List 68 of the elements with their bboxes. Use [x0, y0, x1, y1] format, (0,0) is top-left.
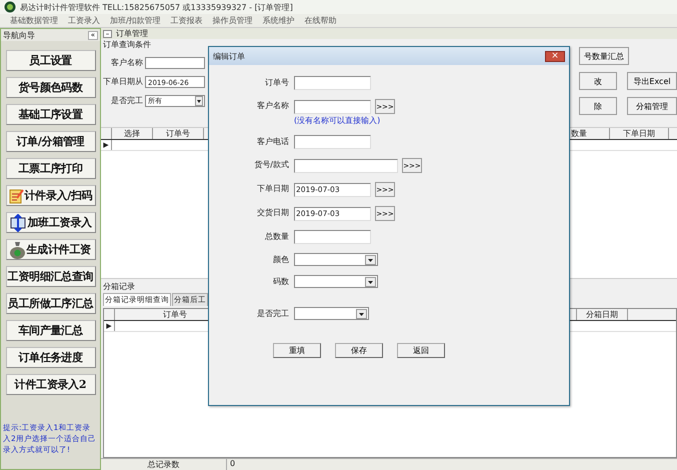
- field-label: 客户名称: [110, 57, 143, 68]
- toolbar-button[interactable]: 导出Excel: [627, 72, 677, 90]
- field-label: 下单日期: [256, 183, 289, 195]
- input-field[interactable]: [294, 100, 371, 114]
- input-field[interactable]: [145, 56, 205, 68]
- nav-button[interactable]: 工资明细汇总查询: [6, 266, 96, 287]
- nav-button[interactable]: 计件工资录入2: [6, 374, 96, 395]
- nav-button[interactable]: 货号颜色码数: [6, 77, 96, 98]
- hint-text: (没有名称可以直接输入): [294, 115, 382, 126]
- field-label: 客户名称: [256, 100, 289, 112]
- total-count-label: 总记录数: [101, 459, 227, 470]
- column-header[interactable]: 订单号: [153, 128, 204, 139]
- nav-button[interactable]: 订单任务进度: [6, 347, 96, 368]
- arrows-icon: [8, 214, 26, 232]
- menu-item[interactable]: 系统维护: [262, 15, 295, 26]
- field-label: 是否完工: [110, 95, 143, 106]
- sidebar-title: 导航向导: [3, 30, 35, 40]
- close-button[interactable]: ×: [545, 50, 565, 62]
- menu-item[interactable]: 在线帮助: [304, 15, 337, 26]
- child-window-title: 订单管理: [116, 28, 148, 39]
- nav-button[interactable]: 车间产量汇总: [6, 320, 96, 341]
- nav-button[interactable]: 工票工序打印: [6, 158, 96, 179]
- input-field[interactable]: [294, 230, 371, 244]
- dialog-button[interactable]: 返回: [397, 343, 445, 358]
- column-header[interactable]: 选择: [112, 128, 153, 139]
- column-header[interactable]: 下单日期: [610, 128, 669, 139]
- nav-button[interactable]: 加班工资录入: [6, 212, 96, 233]
- money-bag-icon: [8, 240, 26, 258]
- dialog-button[interactable]: 保存: [335, 343, 383, 358]
- field-label: 下单日期从: [103, 76, 143, 87]
- menu-item[interactable]: 加班/扣款管理: [110, 15, 161, 26]
- field-label: 是否完工: [256, 308, 289, 320]
- dropdown[interactable]: [294, 307, 369, 320]
- nav-button[interactable]: 计件录入/扫码: [6, 185, 96, 206]
- nav-button[interactable]: 订单/分箱管理: [6, 131, 96, 152]
- nav-button[interactable]: 生成计件工资: [6, 239, 96, 260]
- dialog-button[interactable]: 重填: [273, 343, 321, 358]
- toolbar-button[interactable]: 除: [579, 97, 617, 115]
- toolbar-button[interactable]: 分箱管理: [627, 97, 677, 115]
- menu-item[interactable]: 操作员管理: [212, 15, 253, 26]
- total-count-value: 0: [229, 459, 236, 470]
- dialog-title: 编辑订单: [213, 50, 245, 62]
- field-label: 货号/款式: [253, 159, 289, 171]
- field-label: 码数: [272, 276, 289, 288]
- field-label: 总数量: [264, 231, 289, 243]
- input-field[interactable]: [294, 76, 371, 90]
- toolbar-button[interactable]: 号数量汇总: [579, 47, 629, 65]
- input-field[interactable]: [294, 158, 398, 172]
- field-label: 交货日期: [256, 207, 289, 219]
- toolbar-button[interactable]: 改: [579, 72, 617, 90]
- field-label: 颜色: [272, 254, 289, 266]
- group-title: 订单查询条件: [103, 39, 152, 50]
- group-title: 分箱记录: [103, 281, 135, 292]
- nav-button[interactable]: 基础工序设置: [6, 104, 96, 125]
- dropdown[interactable]: [294, 253, 378, 266]
- notepad-icon: [8, 188, 24, 204]
- app-logo-icon: [4, 1, 16, 13]
- dropdown[interactable]: [294, 275, 378, 288]
- menu-item[interactable]: 基础数据管理: [10, 15, 58, 26]
- input-field[interactable]: [294, 135, 371, 149]
- menu-item[interactable]: 工资报表: [170, 15, 203, 26]
- menu-item[interactable]: 工资录入: [68, 15, 100, 26]
- column-header[interactable]: 分箱日期: [576, 309, 628, 320]
- field-label: 订单号: [264, 77, 289, 89]
- field-label: 客户电话: [256, 136, 289, 148]
- nav-button[interactable]: 员工设置: [6, 50, 96, 71]
- nav-button[interactable]: 员工所做工序汇总: [6, 293, 96, 314]
- window-title: 易达计时计件管理软件 TELL:15825675057 或13335939327 - [订单管理]: [20, 2, 293, 12]
